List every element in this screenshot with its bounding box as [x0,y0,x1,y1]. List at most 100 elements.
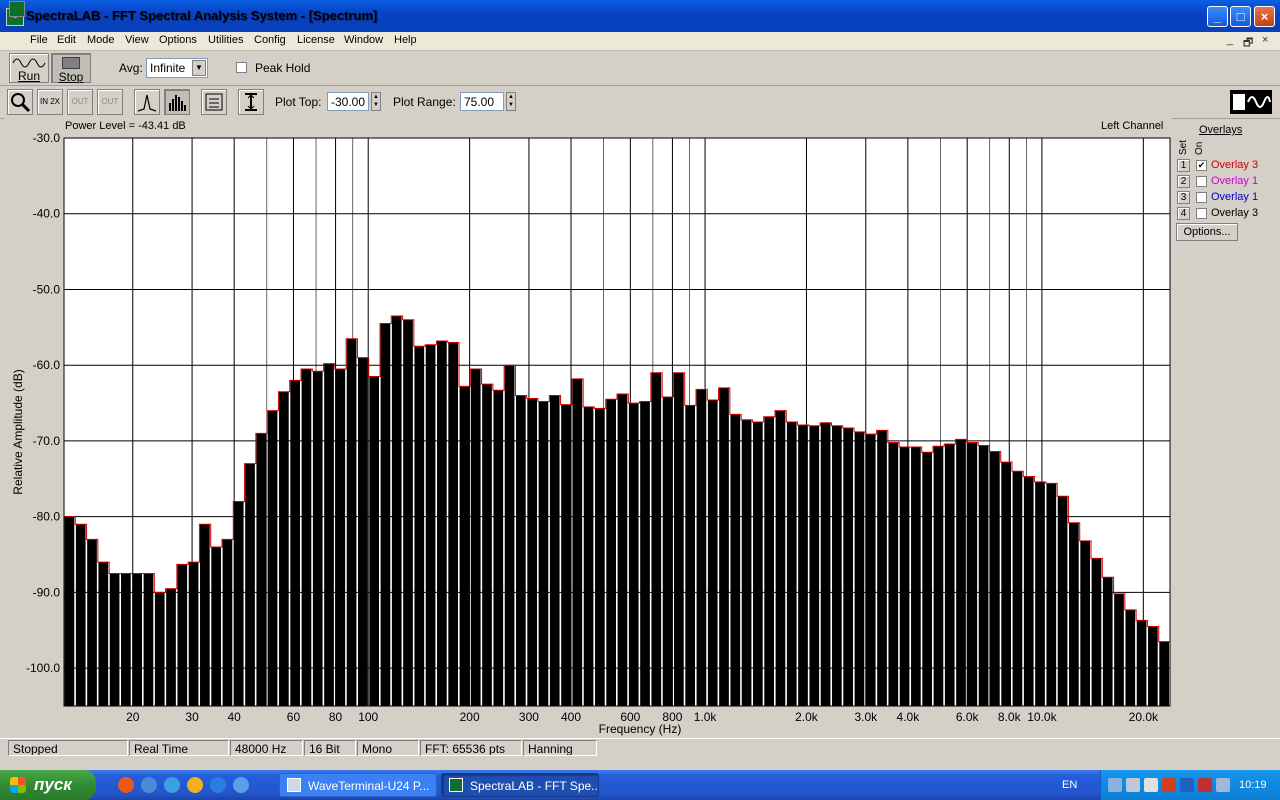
overlay-set-4-button[interactable]: 4 [1177,207,1190,220]
y-tick-label: -90.0 [33,585,61,599]
usb-tray-icon[interactable] [1108,778,1122,792]
menu-config[interactable]: Config [254,34,286,46]
spectrum-bar [154,592,165,706]
spectrum-bar [267,410,278,706]
spectrum-bar [944,443,955,706]
overlay-1-checkbox[interactable]: ✔ [1196,160,1207,171]
task-spectralab[interactable]: SpectraLAB - FFT Spe... [441,773,599,797]
spectrum-bar [121,573,131,706]
x-tick-label: 300 [519,710,539,724]
close-button[interactable]: × [1254,6,1275,27]
spectralab-app-icon [449,778,463,792]
firefox-icon[interactable] [118,777,134,793]
menu-options[interactable]: Options [159,34,197,46]
maximize-button[interactable]: □ [1230,6,1251,27]
spectrum-bar [595,408,605,706]
menu-file[interactable]: File [30,34,48,46]
x-tick-label: 200 [460,710,480,724]
plot-top-spinner[interactable]: ▲ ▼ [371,92,381,111]
properties-button[interactable] [201,89,227,115]
security-tray-icon[interactable] [1198,778,1212,792]
line-mode-button[interactable] [134,89,160,115]
spectrum-bar [1057,496,1068,706]
magnifier-icon [11,93,31,113]
y-tick-label: -30.0 [33,131,61,145]
status-state: Stopped [8,740,128,756]
menu-utilities[interactable]: Utilities [208,34,243,46]
spectrum-bar [696,389,707,706]
spectrum-bar [899,446,910,706]
zoom-in-2x-button[interactable]: IN 2X [37,89,63,115]
help-tray-icon[interactable] [1216,778,1230,792]
bar-mode-button[interactable] [164,89,190,115]
overlay-set-2-button[interactable]: 2 [1177,175,1190,188]
plot-top-label: Plot Top: [275,95,322,109]
run-button[interactable]: Run [9,53,49,83]
peak-hold-checkbox[interactable] [236,62,247,73]
overlay-set-3-button[interactable]: 3 [1177,191,1190,204]
mdi-minimize-button[interactable]: _ [1227,34,1233,46]
x-axis-label: Frequency (Hz) [599,722,682,736]
overlay-2-checkbox[interactable] [1196,176,1207,187]
clock: 10:19 [1239,779,1267,791]
spectrum-bar [990,451,1000,706]
stop-button[interactable]: Stop [51,53,91,84]
spectrum-bar [200,524,210,706]
spectrum-bar [1023,476,1034,706]
y-tick-label: -70.0 [33,434,61,448]
bar-graph-icon [169,95,186,111]
mdi-close-button[interactable]: × [1262,34,1268,46]
plot-range-input[interactable]: 75.00 [460,92,504,111]
menu-license[interactable]: License [297,34,335,46]
overlay-options-button[interactable]: Options... [1176,223,1238,241]
x-tick-label: 100 [358,710,378,724]
status-fft-size: FFT: 65536 pts [420,740,522,756]
menu-window[interactable]: Window [344,34,383,46]
plot-toolbar [0,86,1280,119]
antivirus-tray-icon[interactable] [1162,778,1176,792]
media-icon[interactable] [141,777,157,793]
document-icon[interactable] [9,1,25,17]
zoom-out-full-button[interactable]: OUT FULL [97,89,123,130]
overlay-4-checkbox[interactable] [1196,208,1207,219]
volume-tray-icon[interactable] [1144,778,1158,792]
menu-edit[interactable]: Edit [57,34,76,46]
autoscale-button[interactable] [238,89,264,115]
menu-view[interactable]: View [125,34,149,46]
spectrum-bar [956,439,966,706]
plot-top-input[interactable]: -30.00 [327,92,369,111]
spectrum-bar [312,371,323,706]
spectrum-bar [98,562,109,706]
spectrum-bar [888,442,899,706]
spectrum-bar [1046,483,1057,706]
spectrum-bar [549,395,560,706]
language-indicator[interactable]: EN [1062,779,1077,791]
chevron-down-icon[interactable]: ▼ [192,60,206,76]
desktop-icon[interactable] [233,777,249,793]
spectrum-bar [425,344,436,706]
spectrum-bar [188,562,199,706]
spectrum-bar [786,422,797,706]
menu-mode[interactable]: Mode [87,34,115,46]
y-tick-labels: -30.0 -40.0 -50.0 -60.0 -70.0 -80.0 -90.0 -100.… [26,131,60,675]
player-icon[interactable] [187,777,203,793]
spectrum-chart[interactable]: -30.0 -40.0 -50.0 -60.0 -70.0 -80.0 -90.0 -100.… [0,118,1172,738]
menu-help[interactable]: Help [394,34,417,46]
windows-logo-icon [10,777,26,793]
x-tick-label: 400 [561,710,581,724]
zoom-button[interactable] [7,89,33,115]
spectrum-bar [651,372,662,706]
spectrum-bar [358,357,368,706]
usb-app-icon [287,778,301,792]
minimize-button[interactable]: _ [1207,6,1228,27]
overlay-3-checkbox[interactable] [1196,192,1207,203]
search-icon[interactable] [164,777,180,793]
y-tick-label: -60.0 [33,358,61,372]
task-waveterminal[interactable]: WaveTerminal-U24 P... [279,773,437,797]
plot-range-spinner[interactable]: ▲ ▼ [506,92,516,111]
network-tray-icon[interactable] [1126,778,1140,792]
overlay-set-1-button[interactable]: 1 [1177,159,1190,172]
display-tray-icon[interactable] [1180,778,1194,792]
ie-icon[interactable] [210,777,226,793]
zoom-out-2x-button[interactable]: OUT 2X [67,89,93,130]
